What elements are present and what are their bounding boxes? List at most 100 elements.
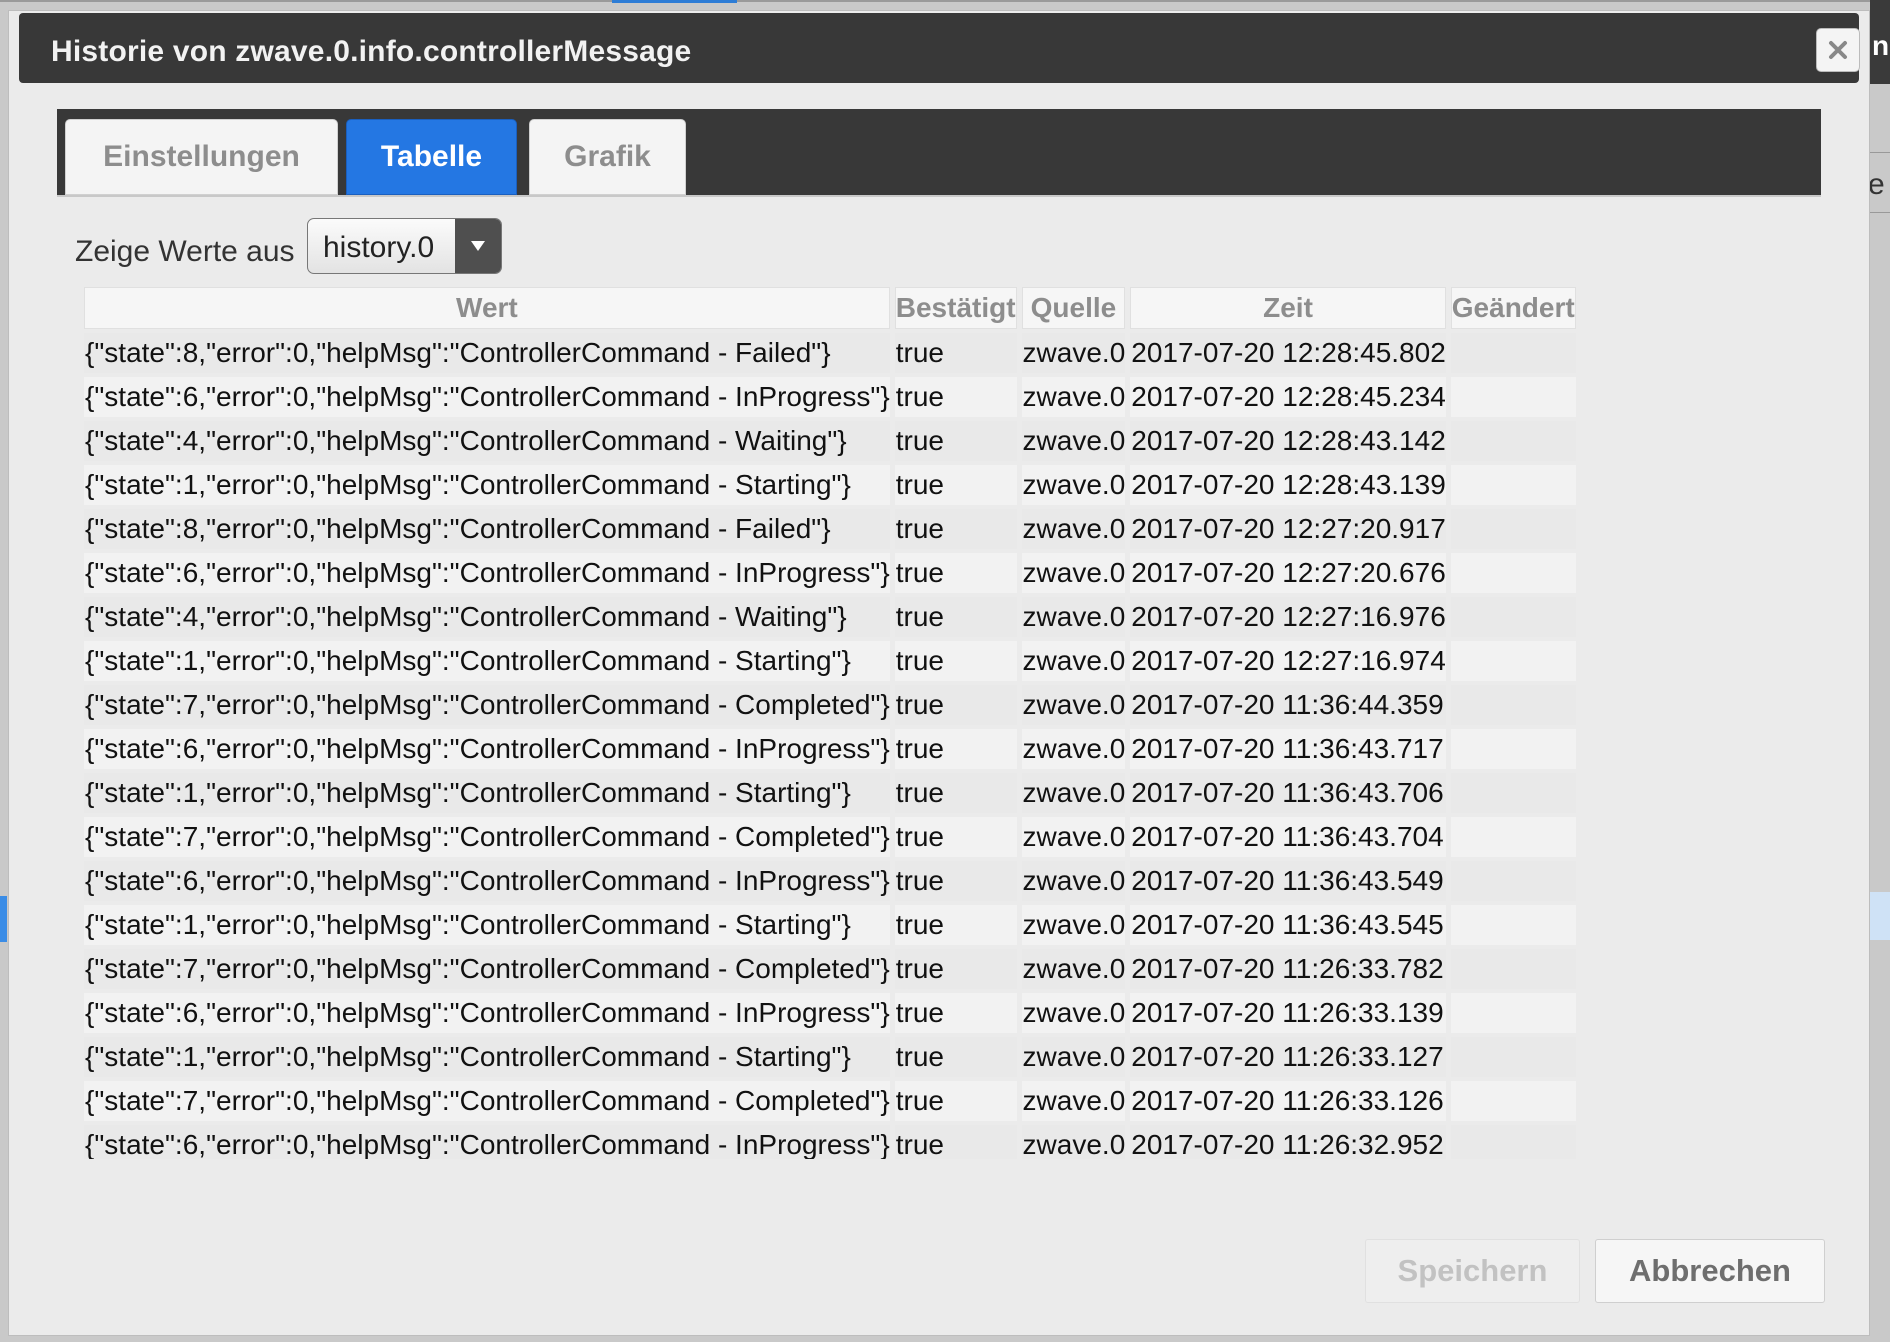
cell-zeit: 2017-07-20 12:27:20.676: [1130, 553, 1446, 593]
cell-zeit: 2017-07-20 12:27:20.917: [1130, 509, 1446, 549]
cell-quelle: zwave.0: [1021, 817, 1126, 857]
tab-einstellungen[interactable]: Einstellungen: [65, 119, 338, 195]
table-row[interactable]: {"state":1,"error":0,"helpMsg":"Controll…: [84, 773, 1576, 813]
cell-wert: {"state":1,"error":0,"helpMsg":"Controll…: [84, 641, 890, 681]
cell-zeit: 2017-07-20 11:26:32.952: [1130, 1125, 1446, 1159]
cell-quelle: zwave.0: [1021, 1081, 1126, 1121]
cell-bestaetigt: true: [894, 377, 1017, 417]
dialog-titlebar[interactable]: Historie von zwave.0.info.controllerMess…: [19, 13, 1860, 83]
cell-geaendert: [1450, 773, 1576, 813]
history-table-container[interactable]: Wert Bestätigt Quelle Zeit Geändert {"st…: [79, 283, 1809, 1159]
cell-wert: {"state":7,"error":0,"helpMsg":"Controll…: [84, 685, 890, 725]
background-divider: [1870, 212, 1890, 213]
cell-zeit: 2017-07-20 11:36:44.359: [1130, 685, 1446, 725]
history-source-select[interactable]: history.0: [307, 218, 502, 274]
cell-bestaetigt: true: [894, 773, 1017, 813]
cell-geaendert: [1450, 1125, 1576, 1159]
cell-geaendert: [1450, 861, 1576, 901]
cell-bestaetigt: true: [894, 641, 1017, 681]
cell-zeit: 2017-07-20 12:28:45.802: [1130, 333, 1446, 373]
cell-wert: {"state":6,"error":0,"helpMsg":"Controll…: [84, 377, 890, 417]
table-row[interactable]: {"state":7,"error":0,"helpMsg":"Controll…: [84, 817, 1576, 857]
column-header-quelle[interactable]: Quelle: [1021, 287, 1126, 329]
cell-bestaetigt: true: [894, 333, 1017, 373]
cell-geaendert: [1450, 905, 1576, 945]
column-header-wert[interactable]: Wert: [84, 287, 890, 329]
table-row[interactable]: {"state":1,"error":0,"helpMsg":"Controll…: [84, 641, 1576, 681]
cell-wert: {"state":4,"error":0,"helpMsg":"Controll…: [84, 421, 890, 461]
cell-wert: {"state":1,"error":0,"helpMsg":"Controll…: [84, 773, 890, 813]
table-row[interactable]: {"state":6,"error":0,"helpMsg":"Controll…: [84, 1125, 1576, 1159]
cell-bestaetigt: true: [894, 861, 1017, 901]
cell-quelle: zwave.0: [1021, 421, 1126, 461]
column-header-geaendert[interactable]: Geändert: [1450, 287, 1576, 329]
cell-quelle: zwave.0: [1021, 641, 1126, 681]
cell-wert: {"state":1,"error":0,"helpMsg":"Controll…: [84, 1037, 890, 1077]
cell-zeit: 2017-07-20 11:36:43.549: [1130, 861, 1446, 901]
cell-zeit: 2017-07-20 11:26:33.139: [1130, 993, 1446, 1033]
cell-zeit: 2017-07-20 12:28:43.142: [1130, 421, 1446, 461]
background-top-edge: [0, 0, 1890, 2]
cell-geaendert: [1450, 641, 1576, 681]
table-row[interactable]: {"state":1,"error":0,"helpMsg":"Controll…: [84, 905, 1576, 945]
table-row[interactable]: {"state":7,"error":0,"helpMsg":"Controll…: [84, 949, 1576, 989]
table-row[interactable]: {"state":6,"error":0,"helpMsg":"Controll…: [84, 729, 1576, 769]
cell-wert: {"state":6,"error":0,"helpMsg":"Controll…: [84, 1125, 890, 1159]
table-row[interactable]: {"state":4,"error":0,"helpMsg":"Controll…: [84, 597, 1576, 637]
table-row[interactable]: {"state":6,"error":0,"helpMsg":"Controll…: [84, 861, 1576, 901]
history-source-value: history.0: [323, 231, 435, 264]
table-row[interactable]: {"state":6,"error":0,"helpMsg":"Controll…: [84, 377, 1576, 417]
cell-quelle: zwave.0: [1021, 861, 1126, 901]
cell-zeit: 2017-07-20 11:26:33.782: [1130, 949, 1446, 989]
close-button[interactable]: [1816, 28, 1860, 72]
cell-wert: {"state":1,"error":0,"helpMsg":"Controll…: [84, 905, 890, 945]
cell-geaendert: [1450, 817, 1576, 857]
cancel-button[interactable]: Abbrechen: [1595, 1239, 1825, 1303]
cell-zeit: 2017-07-20 12:28:43.139: [1130, 465, 1446, 505]
history-dialog: Historie von zwave.0.info.controllerMess…: [8, 10, 1870, 1336]
table-row[interactable]: {"state":1,"error":0,"helpMsg":"Controll…: [84, 465, 1576, 505]
table-row[interactable]: {"state":6,"error":0,"helpMsg":"Controll…: [84, 553, 1576, 593]
cell-wert: {"state":6,"error":0,"helpMsg":"Controll…: [84, 729, 890, 769]
cell-bestaetigt: true: [894, 993, 1017, 1033]
cell-geaendert: [1450, 553, 1576, 593]
table-row[interactable]: {"state":7,"error":0,"helpMsg":"Controll…: [84, 685, 1576, 725]
cell-quelle: zwave.0: [1021, 1037, 1126, 1077]
table-row[interactable]: {"state":7,"error":0,"helpMsg":"Controll…: [84, 1081, 1576, 1121]
table-row[interactable]: {"state":8,"error":0,"helpMsg":"Controll…: [84, 509, 1576, 549]
table-row[interactable]: {"state":6,"error":0,"helpMsg":"Controll…: [84, 993, 1576, 1033]
cell-quelle: zwave.0: [1021, 597, 1126, 637]
cell-geaendert: [1450, 1081, 1576, 1121]
column-header-zeit[interactable]: Zeit: [1130, 287, 1446, 329]
cell-zeit: 2017-07-20 11:26:33.127: [1130, 1037, 1446, 1077]
cell-quelle: zwave.0: [1021, 685, 1126, 725]
history-table: Wert Bestätigt Quelle Zeit Geändert {"st…: [79, 283, 1581, 1159]
cell-zeit: 2017-07-20 11:26:33.126: [1130, 1081, 1446, 1121]
cell-wert: {"state":6,"error":0,"helpMsg":"Controll…: [84, 993, 890, 1033]
cell-geaendert: [1450, 1037, 1576, 1077]
cell-bestaetigt: true: [894, 905, 1017, 945]
tab-grafik[interactable]: Grafik: [529, 119, 686, 195]
background-text-fragment: e: [1868, 168, 1885, 201]
cell-bestaetigt: true: [894, 1037, 1017, 1077]
background-header-fragment: ni: [1870, 0, 1890, 84]
table-row[interactable]: {"state":1,"error":0,"helpMsg":"Controll…: [84, 1037, 1576, 1077]
cell-bestaetigt: true: [894, 597, 1017, 637]
cell-wert: {"state":7,"error":0,"helpMsg":"Controll…: [84, 817, 890, 857]
cell-bestaetigt: true: [894, 949, 1017, 989]
tab-bar: Einstellungen Tabelle Grafik: [57, 109, 1821, 197]
cell-quelle: zwave.0: [1021, 905, 1126, 945]
save-button[interactable]: Speichern: [1365, 1239, 1580, 1303]
cell-bestaetigt: true: [894, 1125, 1017, 1159]
background-divider: [1870, 152, 1890, 153]
table-row[interactable]: {"state":8,"error":0,"helpMsg":"Controll…: [84, 333, 1576, 373]
cell-quelle: zwave.0: [1021, 553, 1126, 593]
cell-bestaetigt: true: [894, 553, 1017, 593]
column-header-bestaetigt[interactable]: Bestätigt: [894, 287, 1017, 329]
cell-quelle: zwave.0: [1021, 949, 1126, 989]
cell-quelle: zwave.0: [1021, 377, 1126, 417]
dialog-title: Historie von zwave.0.info.controllerMess…: [51, 35, 692, 68]
tab-tabelle[interactable]: Tabelle: [346, 119, 517, 195]
table-row[interactable]: {"state":4,"error":0,"helpMsg":"Controll…: [84, 421, 1576, 461]
dropdown-arrow[interactable]: [455, 219, 501, 273]
